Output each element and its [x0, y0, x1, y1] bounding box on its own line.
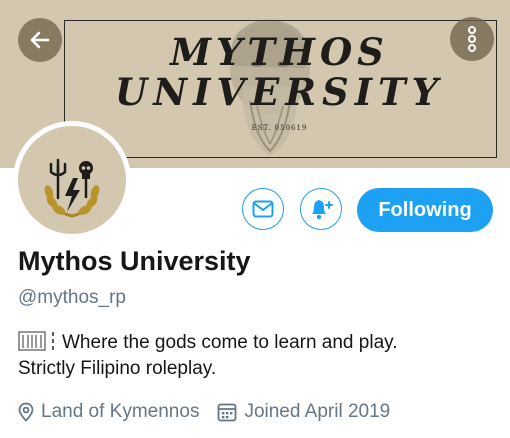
banner-title-line1: MYTHOS — [170, 30, 389, 74]
more-options-button[interactable] — [450, 17, 494, 61]
profile-handle: @mythos_rp — [18, 287, 126, 308]
message-button[interactable] — [242, 188, 284, 230]
bio-text-line1: Where the gods come to learn and play. — [62, 332, 398, 353]
joined-text: Joined April 2019 — [244, 401, 391, 422]
bell-plus-icon — [312, 200, 333, 220]
laurel-trident-skull-logo-icon — [44, 158, 100, 218]
mail-icon — [252, 200, 274, 218]
more-vertical-icon — [468, 26, 476, 52]
bio-text-line2: Strictly Filipino roleplay. — [18, 358, 217, 379]
location-pin-icon — [18, 402, 34, 422]
calendar-icon — [217, 402, 237, 422]
notifications-button[interactable] — [300, 188, 342, 230]
back-button[interactable] — [18, 18, 62, 62]
avatar-image — [18, 126, 126, 234]
arrow-left-icon — [30, 31, 50, 49]
joined-item: Joined April 2019 — [217, 401, 390, 423]
profile-meta: Land of Kymennos Joined April 2019 — [18, 401, 408, 423]
location-item: Land of Kymennos — [18, 401, 199, 423]
profile-bio: Where the gods come to learn and play. S… — [18, 330, 498, 382]
banner-title-line2: UNIVERSITY — [114, 70, 445, 114]
bio-line-1: Where the gods come to learn and play. — [18, 330, 498, 356]
classical-building-icon — [18, 331, 54, 351]
following-button[interactable]: Following — [357, 188, 493, 232]
avatar[interactable] — [13, 121, 131, 239]
location-text: Land of Kymennos — [41, 401, 200, 422]
banner-est-text: EST. 050619 — [251, 124, 308, 132]
profile-name: Mythos University — [18, 246, 251, 276]
